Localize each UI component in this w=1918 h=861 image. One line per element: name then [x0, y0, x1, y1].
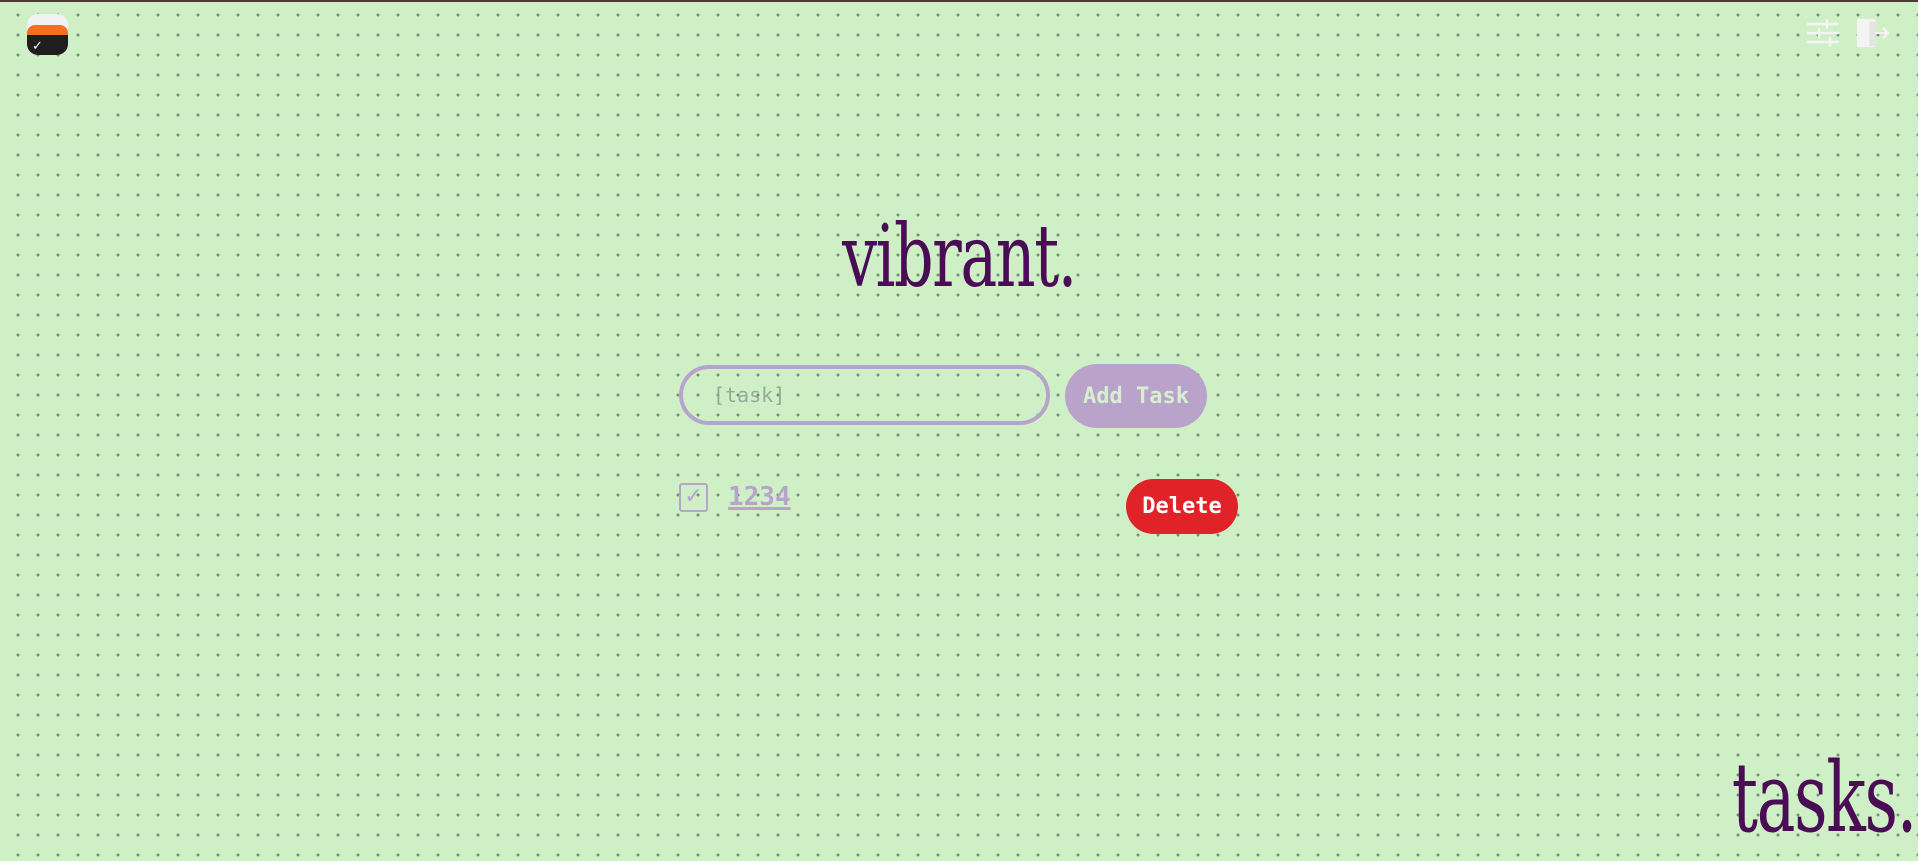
task-checkbox[interactable]: ✓	[679, 483, 708, 512]
sliders-icon[interactable]	[1806, 16, 1840, 50]
header-actions	[1806, 16, 1890, 50]
app-logo[interactable]: ✓	[27, 14, 68, 55]
add-task-button[interactable]: Add Task	[1065, 364, 1207, 428]
task-text: 1234	[728, 482, 791, 512]
delete-task-button[interactable]: Delete	[1126, 479, 1238, 534]
footer-title: tasks.	[1731, 742, 1918, 854]
task-input[interactable]	[679, 365, 1050, 425]
page-title: vibrant.	[842, 207, 1077, 307]
logout-icon[interactable]	[1856, 16, 1890, 50]
check-icon: ✓	[32, 39, 43, 54]
